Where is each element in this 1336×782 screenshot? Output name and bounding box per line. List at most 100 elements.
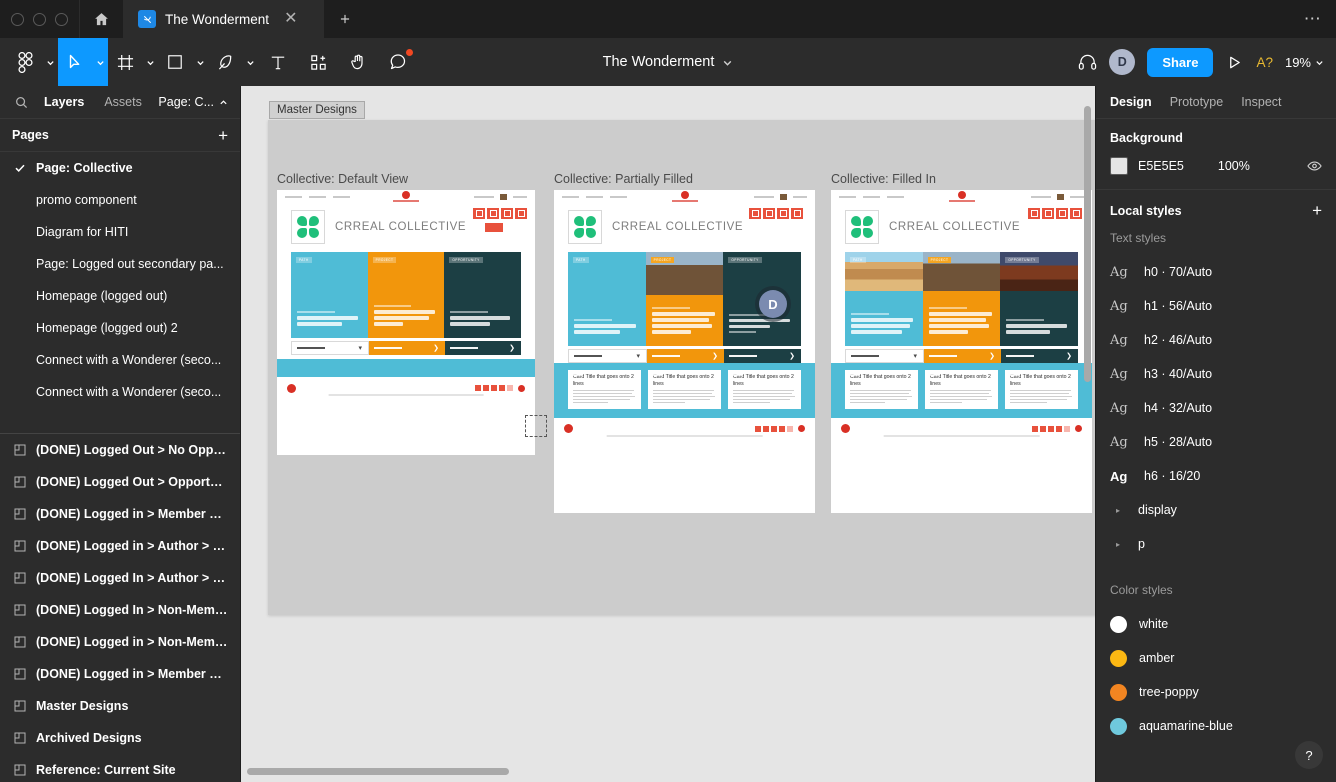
- search-button[interactable]: [8, 96, 34, 109]
- sidebar-page-item[interactable]: Reference: Current Site: [0, 754, 240, 782]
- canvas-horizontal-scrollbar[interactable]: [247, 768, 509, 775]
- close-window-button[interactable]: [11, 12, 24, 26]
- sidebar-page-item[interactable]: promo component: [0, 184, 240, 216]
- move-tool-caret[interactable]: [92, 38, 108, 86]
- more-projects-button[interactable]: ❯: [369, 341, 445, 355]
- file-tab[interactable]: The Wonderment ✕: [124, 0, 324, 38]
- add-style-button[interactable]: +: [1312, 202, 1322, 219]
- content-card[interactable]: Card Title that goes onto 2 lines: [1005, 370, 1078, 409]
- maximize-window-button[interactable]: [55, 12, 68, 26]
- page-selector[interactable]: Page: C...: [158, 95, 232, 109]
- sidebar-page-item[interactable]: Page: Logged out secondary pa...: [0, 248, 240, 280]
- sidebar-page-item[interactable]: Page: Collective: [0, 152, 240, 184]
- sidebar-page-item[interactable]: Connect with a Wonderer (seco...: [0, 344, 240, 376]
- sidebar-page-item[interactable]: (DONE) Logged in > Non-Member...: [0, 626, 240, 658]
- text-style-row[interactable]: Ag h3 · 40/Auto: [1110, 357, 1322, 391]
- background-color-swatch[interactable]: [1110, 157, 1128, 175]
- artboard-label[interactable]: Collective: Partially Filled: [554, 172, 815, 186]
- help-button[interactable]: ?: [1295, 741, 1323, 769]
- content-card[interactable]: Card Title that goes onto 2 lines: [648, 370, 721, 409]
- artboard-canvas[interactable]: CRREAL COLLECTIVE PATH PROJECT OPPORTUNI…: [277, 190, 535, 455]
- text-style-row[interactable]: Ag h2 · 46/Auto: [1110, 323, 1322, 357]
- text-style-group-row[interactable]: ▸ display: [1110, 493, 1322, 527]
- content-card[interactable]: Card Title that goes onto 2 lines: [925, 370, 998, 409]
- more-projects-button[interactable]: ❯: [647, 349, 724, 363]
- sidebar-page-item[interactable]: (DONE) Logged in > Member > Op...: [0, 498, 240, 530]
- more-paths-button[interactable]: ▾: [568, 349, 647, 363]
- more-paths-button[interactable]: ▾: [291, 341, 369, 355]
- frame-tool-button[interactable]: [108, 38, 142, 86]
- panel-path[interactable]: PATH: [291, 252, 368, 338]
- pages-list-top[interactable]: Page: Collective promo component Diagram f…: [0, 152, 240, 433]
- background-hex-value[interactable]: E5E5E5: [1138, 159, 1184, 173]
- tab-prototype[interactable]: Prototype: [1170, 95, 1224, 109]
- sidebar-page-item[interactable]: (DONE) Logged Out > No Opportu...: [0, 434, 240, 466]
- minimize-window-button[interactable]: [33, 12, 46, 26]
- text-style-row[interactable]: Ag h5 · 28/Auto: [1110, 425, 1322, 459]
- canvas-vertical-scrollbar[interactable]: [1084, 106, 1091, 382]
- artboard-filled-in[interactable]: Collective: Filled In CRREAL COLLECTIVE …: [831, 172, 1092, 513]
- text-style-row[interactable]: Ag h6 · 16/20: [1110, 459, 1322, 493]
- sidebar-page-item[interactable]: (DONE) Logged in > Author > No ...: [0, 530, 240, 562]
- color-style-row[interactable]: white: [1110, 607, 1322, 641]
- sidebar-page-item[interactable]: (DONE) Logged In > Author > Op...: [0, 562, 240, 594]
- more-horizontal-icon[interactable]: ⋯: [1290, 0, 1336, 38]
- audio-call-button[interactable]: [1078, 53, 1097, 71]
- figma-menu-caret[interactable]: [42, 38, 58, 86]
- frame-tool-group[interactable]: [108, 38, 158, 86]
- tab-design[interactable]: Design: [1110, 95, 1152, 109]
- frame-tool-caret[interactable]: [142, 38, 158, 86]
- pen-tool-group[interactable]: [208, 38, 258, 86]
- pages-list-bottom[interactable]: (DONE) Logged Out > No Opportu... (DONE) …: [0, 433, 240, 782]
- page-title[interactable]: The Wonderment: [603, 54, 715, 70]
- shape-tool-caret[interactable]: [192, 38, 208, 86]
- panel-path[interactable]: PATH: [845, 252, 923, 346]
- color-style-row[interactable]: aquamarine-blue: [1110, 709, 1322, 743]
- pen-tool-button[interactable]: [208, 38, 242, 86]
- content-card[interactable]: Card Title that goes onto 2 lines: [568, 370, 641, 409]
- tab-assets[interactable]: Assets: [94, 95, 152, 109]
- more-projects-button[interactable]: ❯: [924, 349, 1001, 363]
- background-opacity-value[interactable]: 100%: [1218, 159, 1250, 173]
- more-paths-button[interactable]: ▾: [845, 349, 924, 363]
- sidebar-page-item[interactable]: (DONE) Logged in > Member > No...: [0, 658, 240, 690]
- artboard-label[interactable]: Collective: Default View: [277, 172, 535, 186]
- text-style-row[interactable]: Ag h1 · 56/Auto: [1110, 289, 1322, 323]
- close-icon[interactable]: ✕: [284, 11, 297, 27]
- artboard-default-view[interactable]: Collective: Default View CRREAL COLLECTI…: [277, 172, 535, 455]
- hand-tool-button[interactable]: [338, 38, 378, 86]
- sidebar-page-item[interactable]: Diagram for HITI: [0, 216, 240, 248]
- text-style-row[interactable]: Ag h0 · 70/Auto: [1110, 255, 1322, 289]
- sidebar-page-item[interactable]: (DONE) Logged In > Non-Member...: [0, 594, 240, 626]
- share-button[interactable]: Share: [1147, 47, 1214, 77]
- more-opportunities-button[interactable]: ❯: [1001, 349, 1078, 363]
- accessibility-check-button[interactable]: A?: [1256, 55, 1273, 70]
- panel-path[interactable]: PATH: [568, 252, 646, 346]
- sidebar-page-item[interactable]: Master Designs: [0, 690, 240, 722]
- more-opportunities-button[interactable]: ❯: [445, 341, 521, 355]
- triangle-right-icon[interactable]: ▸: [1116, 506, 1128, 515]
- sidebar-page-item[interactable]: (DONE) Logged Out > Opportunity: [0, 466, 240, 498]
- text-style-row[interactable]: Ag h4 · 32/Auto: [1110, 391, 1322, 425]
- sidebar-page-item[interactable]: Connect with a Wonderer (seco...: [0, 376, 240, 408]
- triangle-right-icon[interactable]: ▸: [1116, 540, 1128, 549]
- tab-inspect[interactable]: Inspect: [1241, 95, 1281, 109]
- text-tool-button[interactable]: [258, 38, 298, 86]
- move-tool-button[interactable]: [58, 38, 92, 86]
- shape-tool-button[interactable]: [158, 38, 192, 86]
- content-card[interactable]: Card Title that goes onto 2 lines: [728, 370, 801, 409]
- file-title-caret[interactable]: [722, 57, 733, 68]
- content-card[interactable]: Card Title that goes onto 2 lines: [845, 370, 918, 409]
- figma-menu-button[interactable]: [8, 38, 42, 86]
- artboard-partially-filled[interactable]: Collective: Partially Filled CRREAL COLL…: [554, 172, 815, 513]
- panel-opportunity[interactable]: OPPORTUNITY: [444, 252, 522, 338]
- more-opportunities-button[interactable]: ❯: [724, 349, 801, 363]
- background-visibility-toggle[interactable]: [1307, 160, 1322, 172]
- artboard-canvas[interactable]: CRREAL COLLECTIVE PATH PROJECT OPPORTUNI…: [554, 190, 815, 513]
- panel-opportunity[interactable]: OPPORTUNITY: [1000, 252, 1079, 346]
- zoom-control[interactable]: 19%: [1285, 55, 1324, 70]
- home-button[interactable]: [80, 0, 124, 38]
- sidebar-page-item[interactable]: Archived Designs: [0, 722, 240, 754]
- color-style-row[interactable]: tree-poppy: [1110, 675, 1322, 709]
- figma-menu-group[interactable]: [8, 38, 58, 86]
